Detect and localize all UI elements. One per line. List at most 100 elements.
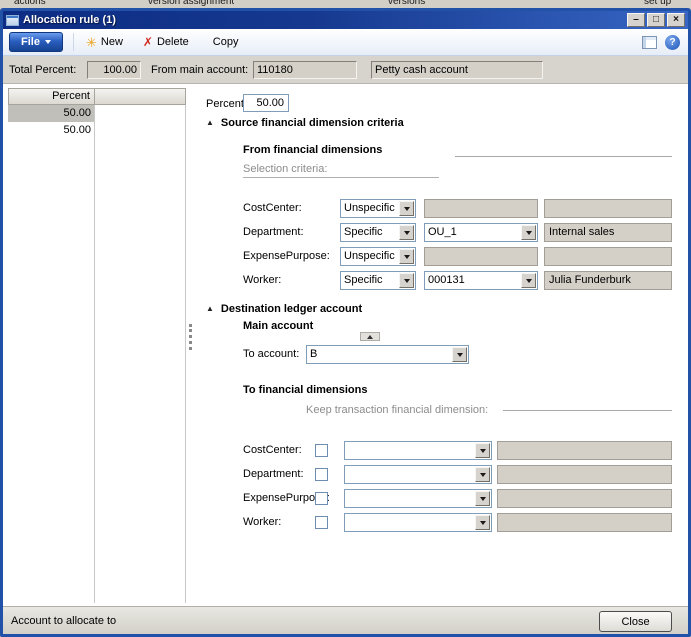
dropdown-arrow-glyph	[404, 255, 410, 259]
expensepurpose-row-label: ExpensePurpose:	[243, 250, 330, 262]
dest-worker-combo[interactable]	[344, 513, 492, 532]
window-controls: – □ ×	[627, 13, 685, 27]
costcenter-description-field-disabled	[544, 199, 672, 218]
background-text-fragment: actions	[14, 0, 46, 7]
dropdown-arrow-icon[interactable]	[521, 273, 536, 288]
file-menu-button[interactable]: File	[9, 32, 63, 52]
worker-description-field: Julia Funderburk	[544, 271, 672, 290]
status-bar: Account to allocate to Close	[3, 606, 688, 634]
department-value-combo[interactable]: OU_1	[424, 223, 538, 242]
department-mode-select[interactable]: Specific	[340, 223, 416, 242]
scroll-up-arrow-icon	[367, 335, 373, 339]
header-band: Total Percent: 100.00 From main account:…	[3, 56, 688, 84]
chevron-down-icon	[45, 40, 51, 44]
dropdown-arrow-glyph	[404, 207, 410, 211]
dropdown-arrow-icon[interactable]	[452, 347, 467, 362]
minimize-button[interactable]: –	[627, 13, 645, 27]
dropdown-arrow-icon[interactable]	[521, 225, 536, 240]
dropdown-arrow-glyph	[480, 449, 486, 453]
to-account-label: To account:	[243, 348, 299, 360]
costcenter-mode-select[interactable]: Unspecific	[340, 199, 416, 218]
dest-department-row-label: Department:	[243, 468, 304, 480]
grid-header-percent[interactable]: Percent	[8, 88, 95, 105]
expensepurpose-value-field-disabled	[424, 247, 538, 266]
grid-column-line	[185, 105, 186, 603]
main-area: Percent 50.00 50.00 Percent: 50.00 ▲ Sou…	[3, 84, 688, 606]
dropdown-arrow-glyph	[526, 231, 532, 235]
collapse-triangle-icon: ▲	[206, 305, 214, 313]
dropdown-arrow-icon[interactable]	[399, 225, 414, 240]
collapse-triangle-icon: ▲	[206, 119, 214, 127]
background-text-fragment: version assignment	[148, 0, 234, 7]
grid-header-empty[interactable]	[94, 88, 186, 105]
dest-expensepurpose-combo[interactable]	[344, 489, 492, 508]
worker-value-combo[interactable]: 000131	[424, 271, 538, 290]
delete-button[interactable]: ✗ Delete	[143, 36, 189, 48]
panel-splitter[interactable]	[189, 324, 192, 350]
dropdown-arrow-glyph	[480, 521, 486, 525]
window-icon	[6, 15, 19, 26]
from-main-account-field: 110180	[253, 61, 357, 79]
new-button[interactable]: ✳ New	[86, 36, 123, 49]
destination-section-header[interactable]: ▲ Destination ledger account	[206, 303, 362, 315]
background-text-fragment: set up	[644, 0, 671, 7]
percent-input[interactable]: 50.00	[243, 94, 289, 112]
expensepurpose-mode-select[interactable]: Unspecific	[340, 247, 416, 266]
to-account-combo[interactable]: B	[306, 345, 469, 364]
dest-expensepurpose-description-disabled	[497, 489, 672, 508]
dropdown-arrow-icon[interactable]	[475, 443, 490, 458]
from-main-account-label: From main account:	[151, 64, 248, 76]
dest-worker-description-disabled	[497, 513, 672, 532]
from-dimensions-heading: From financial dimensions	[243, 144, 382, 156]
help-icon[interactable]: ?	[665, 35, 680, 50]
window-layout-icon[interactable]	[642, 36, 657, 49]
dropdown-arrow-glyph	[526, 279, 532, 283]
dropdown-arrow-icon[interactable]	[475, 491, 490, 506]
close-window-button[interactable]: ×	[667, 13, 685, 27]
delete-icon: ✗	[143, 36, 153, 48]
dest-worker-checkbox[interactable]	[315, 516, 328, 529]
dest-department-checkbox[interactable]	[315, 468, 328, 481]
total-percent-field: 100.00	[87, 61, 141, 79]
dropdown-arrow-glyph	[404, 279, 410, 283]
grid-row-percent[interactable]: 50.00	[8, 122, 95, 139]
keep-transaction-label: Keep transaction financial dimension:	[306, 404, 488, 416]
titlebar[interactable]: Allocation rule (1) – □ ×	[3, 11, 688, 29]
worker-value-text: 000131	[428, 274, 520, 286]
to-account-value: B	[310, 348, 451, 360]
dropdown-arrow-icon[interactable]	[399, 249, 414, 264]
toolbar-separator	[73, 33, 74, 51]
background-text-fragment: versions	[388, 0, 425, 7]
grid-row-percent[interactable]: 50.00	[8, 105, 95, 122]
department-row-label: Department:	[243, 226, 304, 238]
dropdown-arrow-icon[interactable]	[475, 515, 490, 530]
dropdown-arrow-icon[interactable]	[475, 467, 490, 482]
destination-section-title: Destination ledger account	[221, 303, 362, 315]
expensepurpose-description-field-disabled	[544, 247, 672, 266]
worker-mode-value: Specific	[344, 274, 398, 286]
main-account-name-field: Petty cash account	[371, 61, 543, 79]
dest-worker-row-label: Worker:	[243, 516, 281, 528]
dest-costcenter-combo[interactable]	[344, 441, 492, 460]
copy-label: Copy	[213, 36, 239, 48]
maximize-button[interactable]: □	[647, 13, 665, 27]
dest-costcenter-checkbox[interactable]	[315, 444, 328, 457]
dropdown-arrow-icon[interactable]	[399, 273, 414, 288]
total-percent-label: Total Percent:	[9, 64, 76, 76]
close-button[interactable]: Close	[599, 611, 672, 632]
copy-button[interactable]: Copy	[213, 36, 239, 48]
dropdown-arrow-glyph	[457, 353, 463, 357]
costcenter-value-field-disabled	[424, 199, 538, 218]
window-title: Allocation rule (1)	[23, 14, 116, 26]
source-section-title: Source financial dimension criteria	[221, 117, 404, 129]
dest-department-combo[interactable]	[344, 465, 492, 484]
dest-costcenter-row-label: CostCenter:	[243, 444, 302, 456]
worker-mode-select[interactable]: Specific	[340, 271, 416, 290]
dest-department-description-disabled	[497, 465, 672, 484]
delete-label: Delete	[157, 36, 189, 48]
source-section-header[interactable]: ▲ Source financial dimension criteria	[206, 117, 404, 129]
dropdown-arrow-icon[interactable]	[399, 201, 414, 216]
dest-expensepurpose-checkbox[interactable]	[315, 492, 328, 505]
scroll-up-button[interactable]	[360, 332, 380, 341]
costcenter-row-label: CostCenter:	[243, 202, 302, 214]
